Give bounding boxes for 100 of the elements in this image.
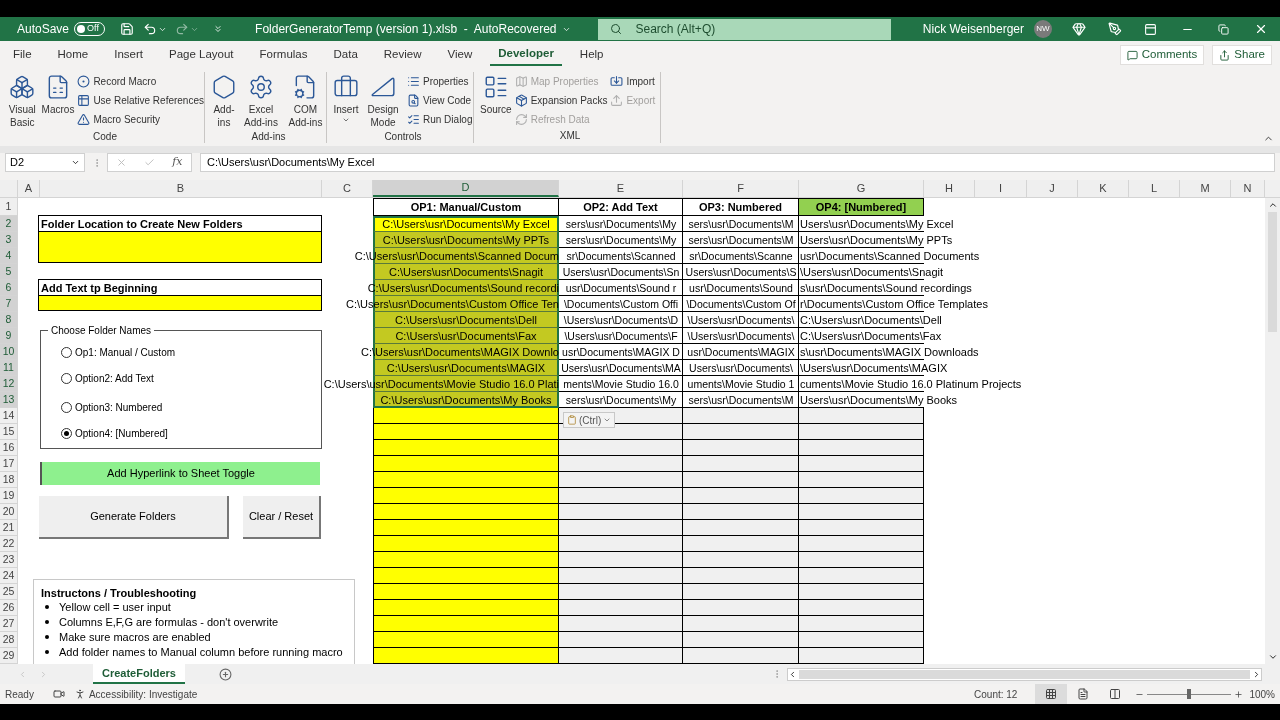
scroll-up-icon[interactable] xyxy=(1267,200,1278,210)
table-cell[interactable] xyxy=(559,424,683,440)
menu-tab[interactable]: Page Layout xyxy=(161,44,242,66)
input-cell[interactable] xyxy=(39,296,321,310)
table-cell[interactable] xyxy=(683,568,799,584)
table-cell[interactable] xyxy=(373,536,559,552)
radio-option[interactable]: Option4: [Numbered] xyxy=(61,426,321,440)
accessibility-status[interactable]: Accessibility: Investigate xyxy=(88,686,198,702)
horizontal-scrollbar[interactable] xyxy=(787,667,1262,681)
row-header[interactable]: 15 xyxy=(0,424,18,440)
row-header[interactable]: 19 xyxy=(0,488,18,504)
menu-tab[interactable]: Home xyxy=(49,44,97,66)
scroll-right-icon[interactable] xyxy=(1252,669,1261,679)
table-cell[interactable] xyxy=(373,424,559,440)
row-header[interactable]: 26 xyxy=(0,600,18,616)
ribbon-button[interactable]: Expansion Packs xyxy=(514,92,608,109)
table-cell[interactable] xyxy=(559,456,683,472)
insert-function-button[interactable]: fx xyxy=(172,154,183,171)
ribbon-button[interactable]: Macros xyxy=(41,72,75,129)
table-cell[interactable] xyxy=(683,520,799,536)
table-cell[interactable] xyxy=(683,472,799,488)
table-cell[interactable] xyxy=(559,536,683,552)
column-header[interactable]: E xyxy=(559,180,683,197)
menu-tab[interactable]: View xyxy=(439,44,481,66)
ribbon-button[interactable]: Record Macro xyxy=(77,73,204,90)
row-header[interactable]: 12 xyxy=(0,376,18,392)
radio-option[interactable]: Option3: Numbered xyxy=(61,400,321,414)
scroll-thumb[interactable] xyxy=(799,669,1250,679)
table-cell[interactable] xyxy=(373,520,559,536)
column-header[interactable]: D xyxy=(373,180,559,197)
row-header[interactable]: 7 xyxy=(0,296,18,312)
ribbon-button[interactable]: Use Relative References xyxy=(77,92,204,109)
table-cell[interactable] xyxy=(373,504,559,520)
table-cell[interactable] xyxy=(799,456,924,472)
table-cell[interactable] xyxy=(373,488,559,504)
row-header[interactable]: 27 xyxy=(0,616,18,632)
table-cell[interactable] xyxy=(559,520,683,536)
table-cell[interactable] xyxy=(799,552,924,568)
ribbon-button[interactable]: Visual Basic xyxy=(6,72,39,129)
scroll-down-icon[interactable] xyxy=(1267,652,1278,662)
macro-recording-icon[interactable] xyxy=(52,688,65,700)
ribbon-button[interactable]: Source xyxy=(480,72,512,128)
table-cell[interactable] xyxy=(683,600,799,616)
column-header[interactable]: M xyxy=(1180,180,1231,197)
row-header[interactable]: 17 xyxy=(0,456,18,472)
ribbon-button[interactable]: Import xyxy=(610,73,656,90)
table-cell[interactable] xyxy=(373,632,559,648)
radio-option[interactable]: Option2: Add Text xyxy=(61,371,321,385)
row-header[interactable]: 23 xyxy=(0,552,18,568)
slider-thumb[interactable] xyxy=(1187,689,1192,699)
generate-folders-button[interactable]: Generate Folders xyxy=(39,496,229,539)
row-header[interactable]: 9 xyxy=(0,328,18,344)
table-cell[interactable] xyxy=(683,648,799,664)
ribbon-button[interactable]: Insert xyxy=(333,72,359,129)
row-header[interactable]: 18 xyxy=(0,472,18,488)
ribbon-button[interactable]: COM Add-ins xyxy=(284,72,326,129)
table-cell[interactable] xyxy=(373,600,559,616)
table-cell[interactable] xyxy=(683,632,799,648)
share-button[interactable]: Share xyxy=(1212,45,1272,65)
column-header[interactable]: J xyxy=(1027,180,1078,197)
ribbon-button[interactable]: Excel Add-ins xyxy=(240,72,282,129)
view-button[interactable] xyxy=(1035,684,1068,704)
table-cell[interactable] xyxy=(373,568,559,584)
row-header[interactable]: 10 xyxy=(0,344,18,360)
close-icon[interactable] xyxy=(1254,22,1268,36)
table-cell[interactable] xyxy=(799,504,924,520)
column-header[interactable]: L xyxy=(1129,180,1180,197)
table-cell[interactable] xyxy=(799,568,924,584)
table-cell[interactable] xyxy=(373,616,559,632)
menu-tab[interactable]: Data xyxy=(325,44,366,66)
table-cell[interactable] xyxy=(799,408,924,424)
row-header[interactable]: 3 xyxy=(0,232,18,248)
ribbon-button[interactable]: View Code xyxy=(407,92,473,109)
table-cell[interactable] xyxy=(799,616,924,632)
row-header[interactable]: 6 xyxy=(0,280,18,296)
search-field[interactable]: Search (Alt+Q) xyxy=(597,18,891,40)
radio-button[interactable] xyxy=(61,372,72,384)
paste-options-menu[interactable]: (Ctrl) xyxy=(563,412,616,428)
column-header[interactable]: F xyxy=(683,180,799,197)
table-cell[interactable] xyxy=(559,584,683,600)
table-cell[interactable] xyxy=(373,552,559,568)
table-cell[interactable] xyxy=(683,424,799,440)
undo-icon[interactable] xyxy=(143,22,158,36)
table-cell[interactable] xyxy=(373,440,559,456)
table-cell[interactable] xyxy=(559,552,683,568)
ribbon-button[interactable]: Add-ins xyxy=(211,72,237,129)
column-header[interactable]: I xyxy=(975,180,1027,197)
table-cell[interactable] xyxy=(559,600,683,616)
table-cell[interactable] xyxy=(799,648,924,664)
table-cell[interactable] xyxy=(373,648,559,664)
vertical-scrollbar[interactable] xyxy=(1265,198,1280,664)
clear-reset-button[interactable]: Clear / Reset xyxy=(243,496,321,539)
menu-tab[interactable]: Review xyxy=(375,44,430,66)
table-cell[interactable] xyxy=(683,536,799,552)
menu-tab[interactable]: Formulas xyxy=(251,44,316,66)
row-header[interactable]: 14 xyxy=(0,408,18,424)
table-cell[interactable] xyxy=(559,472,683,488)
menu-tab[interactable]: Help xyxy=(571,44,612,66)
zoom-in-icon[interactable] xyxy=(1234,689,1244,699)
table-cell[interactable] xyxy=(799,632,924,648)
